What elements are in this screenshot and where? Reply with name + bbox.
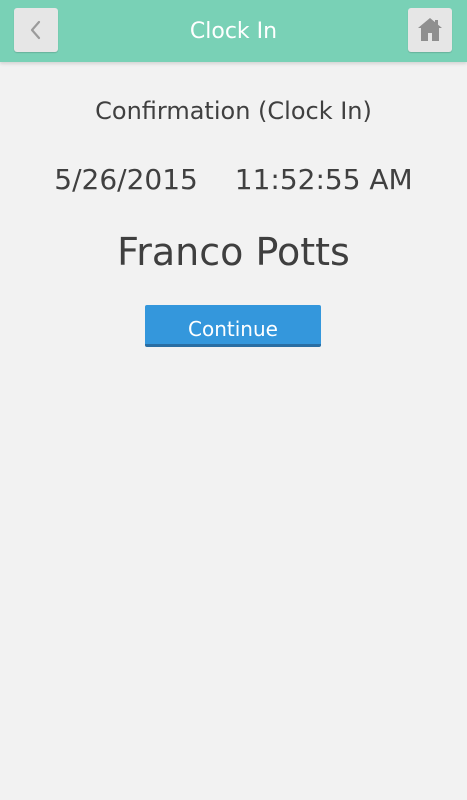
home-icon xyxy=(418,18,442,41)
employee-name: Franco Potts xyxy=(117,230,350,274)
page-title: Clock In xyxy=(189,19,278,44)
app-header: Clock In xyxy=(0,0,467,62)
datetime-row: 5/26/2015 11:52:55 AM xyxy=(0,162,467,198)
continue-button[interactable]: Continue xyxy=(145,305,321,347)
home-button[interactable] xyxy=(408,8,452,52)
clock-in-date: 5/26/2015 xyxy=(54,163,198,196)
clock-in-time: 11:52:55 AM xyxy=(234,163,413,196)
confirmation-title: Confirmation (Clock In) xyxy=(95,97,372,125)
